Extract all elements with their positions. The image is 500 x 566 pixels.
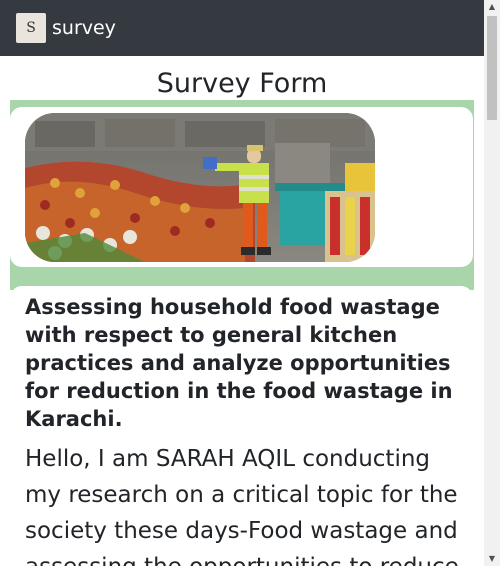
survey-heading: Assessing household food wastage with re… — [25, 295, 453, 431]
survey-intro-card: Assessing household food wastage with re… — [10, 286, 473, 566]
brand-name[interactable]: survey — [52, 17, 116, 39]
vertical-scrollbar[interactable]: ▲ ▼ — [484, 0, 500, 566]
top-navbar: S survey — [0, 0, 484, 56]
survey-intro-text: Hello, I am SARAH AQIL conducting my res… — [25, 446, 459, 566]
brand-logo[interactable]: S — [16, 13, 46, 43]
triangle-up-icon[interactable]: ▲ — [484, 0, 500, 14]
page-title: Survey Form — [156, 68, 328, 99]
scrollbar-thumb[interactable] — [487, 16, 497, 120]
main-content: Survey Form Assessing household food was… — [0, 56, 484, 566]
food-waste-photo — [25, 113, 375, 262]
triangle-down-icon[interactable]: ▼ — [484, 552, 500, 566]
image-card — [10, 107, 473, 267]
